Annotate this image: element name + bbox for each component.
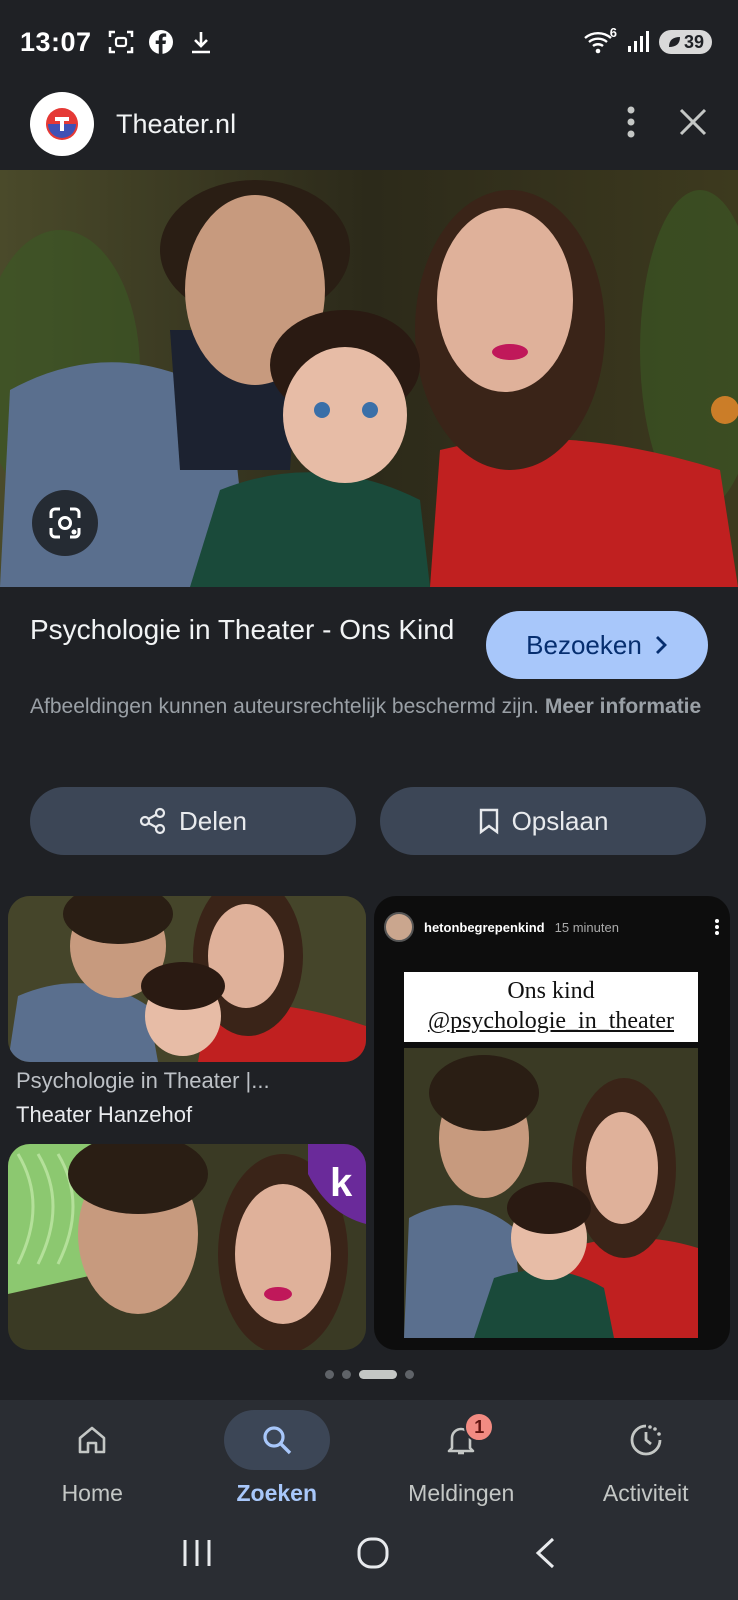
- visit-button-label: Bezoeken: [526, 629, 642, 660]
- wifi-icon: 6: [583, 25, 617, 55]
- hero-image[interactable]: [0, 170, 738, 587]
- pager-dot: [324, 1369, 334, 1379]
- pager-dot-active: [358, 1369, 397, 1379]
- nav-home-icon-wrap: [39, 1410, 145, 1470]
- google-lens-button[interactable]: [32, 490, 98, 556]
- page-header: Theater.nl: [0, 88, 738, 160]
- caption-line-2: @psychologie_in_theater: [427, 1008, 675, 1034]
- home-circle-icon: [357, 1537, 389, 1568]
- related-images: Psychologie in Theater |... Theater Hanz…: [0, 896, 738, 1350]
- more-info-link[interactable]: Meer informatie: [545, 695, 701, 718]
- status-left-icons: [108, 29, 214, 55]
- result-title: Psychologie in Theater - Ons Kind: [30, 614, 455, 645]
- nav-notifications[interactable]: 1 Meldingen: [369, 1400, 554, 1510]
- recent-apps-button[interactable]: [181, 1538, 213, 1573]
- download-icon: [188, 29, 214, 55]
- svg-text:k: k: [330, 1161, 353, 1205]
- save-button[interactable]: Opslaan: [380, 787, 706, 855]
- status-time: 13:07: [20, 26, 92, 57]
- instagram-photo: [404, 1048, 698, 1338]
- bottom-navigation: Home Zoeken 1 Meldingen Activiteit: [0, 1400, 738, 1510]
- header-actions: [626, 105, 708, 144]
- copyright-text: Afbeeldingen kunnen auteursrechtelijk be…: [30, 695, 539, 718]
- nav-notifications-label: Meldingen: [408, 1480, 515, 1506]
- related-image-1[interactable]: [8, 896, 366, 1062]
- signal-icon: [625, 29, 651, 55]
- home-button[interactable]: [356, 1536, 390, 1575]
- nav-home[interactable]: Home: [0, 1400, 185, 1510]
- system-navigation-bar: [0, 1510, 738, 1600]
- site-logo: [30, 92, 94, 156]
- leaf-icon: [668, 37, 680, 47]
- recent-apps-icon: [183, 1539, 211, 1566]
- status-right-icons: 6 39: [583, 25, 712, 55]
- nav-search[interactable]: Zoeken: [185, 1400, 370, 1510]
- wifi-label: 6: [609, 25, 617, 40]
- save-label: Opslaan: [511, 805, 609, 836]
- pager-dots: [0, 1366, 738, 1382]
- hero-photo: [0, 170, 738, 587]
- nav-home-label: Home: [61, 1480, 123, 1506]
- notification-badge: 1: [464, 1412, 495, 1442]
- home-icon: [78, 1426, 106, 1454]
- facebook-icon: [148, 29, 174, 55]
- related-item-1-source: Theater Hanzehof: [16, 1102, 193, 1127]
- avatar: [384, 912, 414, 942]
- share-icon: [139, 807, 166, 835]
- related-item-1-title[interactable]: Psychologie in Theater |...: [16, 1068, 270, 1094]
- site-name: Theater.nl: [116, 108, 237, 139]
- activity-icon: [630, 1424, 662, 1456]
- battery-level: 39: [683, 31, 704, 52]
- instagram-username: hetonbegrepenkind: [424, 919, 545, 935]
- caption-line-1: Ons kind: [507, 978, 595, 1004]
- bookmark-icon: [479, 808, 498, 835]
- nav-activity[interactable]: Activiteit: [554, 1400, 738, 1510]
- screenshot-icon: [108, 29, 134, 55]
- more-options-icon: [715, 919, 719, 935]
- battery-indicator: 39: [658, 30, 712, 54]
- nav-search-label: Zoeken: [236, 1480, 318, 1506]
- pager-dot: [341, 1369, 351, 1379]
- instagram-caption: Ons kind @psychologie_in_theater: [404, 972, 698, 1042]
- chevron-right-icon: [655, 636, 667, 654]
- search-icon: [263, 1426, 291, 1455]
- pager-dot: [404, 1369, 414, 1379]
- back-icon: [535, 1537, 554, 1568]
- nav-activity-icon-wrap: [593, 1410, 699, 1470]
- share-label: Delen: [179, 805, 247, 836]
- copyright-notice: Afbeeldingen kunnen auteursrechtelijk be…: [30, 691, 710, 722]
- visit-button[interactable]: Bezoeken: [486, 611, 708, 679]
- close-icon[interactable]: [678, 107, 708, 142]
- nav-activity-label: Activiteit: [602, 1480, 689, 1506]
- instagram-timestamp: 15 minuten: [554, 919, 619, 935]
- lens-icon: [49, 507, 81, 539]
- back-button[interactable]: [533, 1536, 557, 1575]
- result-info: Psychologie in Theater - Ons Kind Bezoek…: [0, 587, 738, 855]
- instagram-post-header: hetonbegrepenkind 15 minuten: [384, 912, 720, 942]
- related-photo-2: k: [8, 1144, 366, 1350]
- more-options-icon[interactable]: [626, 105, 636, 144]
- share-button[interactable]: Delen: [30, 787, 356, 855]
- related-image-2[interactable]: k: [8, 1144, 366, 1350]
- nav-notifications-icon-wrap: 1: [408, 1410, 514, 1470]
- related-photo-1: [8, 896, 366, 1062]
- related-image-3[interactable]: hetonbegrepenkind 15 minuten Ons kind @p…: [374, 896, 730, 1350]
- nav-search-icon-wrap: [223, 1410, 330, 1470]
- status-bar: 13:07 6 39: [0, 0, 738, 84]
